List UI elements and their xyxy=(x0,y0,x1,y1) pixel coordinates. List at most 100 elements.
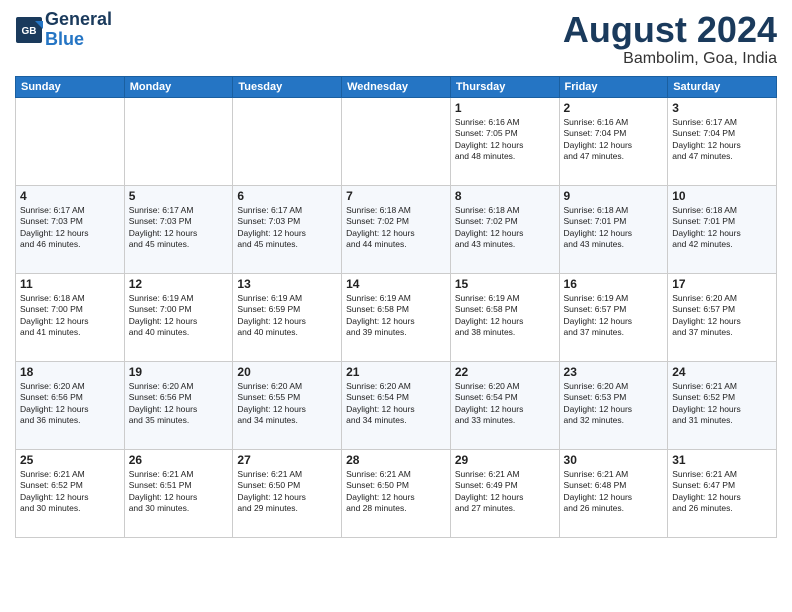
calendar-header-thursday: Thursday xyxy=(450,76,559,97)
day-number: 16 xyxy=(564,277,664,291)
calendar-cell: 4 Sunrise: 6:17 AM Sunset: 7:03 PM Daylig… xyxy=(16,185,125,273)
calendar-week-3: 11Sunrise: 6:18 AM Sunset: 7:00 PM Dayli… xyxy=(16,273,777,361)
day-info: Sunrise: 6:21 AM Sunset: 6:51 PM Dayligh… xyxy=(129,469,229,515)
day-number: 30 xyxy=(564,453,664,467)
day-number: 21 xyxy=(346,365,446,379)
calendar-cell: 28Sunrise: 6:21 AM Sunset: 6:50 PM Dayli… xyxy=(342,449,451,537)
logo-icon: GB xyxy=(15,16,43,44)
calendar-cell: 30 Sunrise: 6:21 AM Sunset: 6:48 PM Dayli… xyxy=(559,449,668,537)
day-info: Sunrise: 6:18 AM Sunset: 7:02 PM Dayligh… xyxy=(346,205,446,251)
calendar-cell: 8Sunrise: 6:18 AM Sunset: 7:02 PM Daylig… xyxy=(450,185,559,273)
calendar-week-5: 25 Sunrise: 6:21 AM Sunset: 6:52 PM Dayli… xyxy=(16,449,777,537)
day-number: 25 xyxy=(20,453,120,467)
day-number: 7 xyxy=(346,189,446,203)
day-info: Sunrise: 6:20 AM Sunset: 6:54 PM Dayligh… xyxy=(346,381,446,427)
day-number: 13 xyxy=(237,277,337,291)
logo-blue: Blue xyxy=(45,29,84,49)
day-number: 1 xyxy=(455,101,555,115)
calendar-header-friday: Friday xyxy=(559,76,668,97)
day-info: Sunrise: 6:21 AM Sunset: 6:48 PM Dayligh… xyxy=(564,469,664,515)
calendar-cell: 13Sunrise: 6:19 AM Sunset: 6:59 PM Dayli… xyxy=(233,273,342,361)
calendar-cell: 3 Sunrise: 6:17 AM Sunset: 7:04 PM Daylig… xyxy=(668,97,777,185)
day-info: Sunrise: 6:18 AM Sunset: 7:01 PM Dayligh… xyxy=(672,205,772,251)
calendar-cell xyxy=(342,97,451,185)
calendar-cell: 31 Sunrise: 6:21 AM Sunset: 6:47 PM Dayli… xyxy=(668,449,777,537)
day-number: 18 xyxy=(20,365,120,379)
day-info: Sunrise: 6:20 AM Sunset: 6:55 PM Dayligh… xyxy=(237,381,337,427)
day-info: Sunrise: 6:20 AM Sunset: 6:56 PM Dayligh… xyxy=(20,381,120,427)
calendar-cell: 2 Sunrise: 6:16 AM Sunset: 7:04 PM Daylig… xyxy=(559,97,668,185)
day-number: 14 xyxy=(346,277,446,291)
calendar-cell: 19Sunrise: 6:20 AM Sunset: 6:56 PM Dayli… xyxy=(124,361,233,449)
calendar-cell xyxy=(124,97,233,185)
day-number: 4 xyxy=(20,189,120,203)
day-number: 6 xyxy=(237,189,337,203)
calendar-cell: 18 Sunrise: 6:20 AM Sunset: 6:56 PM Dayli… xyxy=(16,361,125,449)
location: Bambolim, Goa, India xyxy=(563,50,777,68)
day-number: 15 xyxy=(455,277,555,291)
day-info: Sunrise: 6:20 AM Sunset: 6:53 PM Dayligh… xyxy=(564,381,664,427)
day-number: 22 xyxy=(455,365,555,379)
day-number: 20 xyxy=(237,365,337,379)
day-number: 11 xyxy=(20,277,120,291)
day-info: Sunrise: 6:17 AM Sunset: 7:03 PM Dayligh… xyxy=(237,205,337,251)
day-number: 31 xyxy=(672,453,772,467)
day-info: Sunrise: 6:16 AM Sunset: 7:04 PM Dayligh… xyxy=(564,117,664,163)
calendar-cell: 25 Sunrise: 6:21 AM Sunset: 6:52 PM Dayli… xyxy=(16,449,125,537)
day-info: Sunrise: 6:19 AM Sunset: 6:57 PM Dayligh… xyxy=(564,293,664,339)
page: GB General Blue August 2024 Bambolim, Go… xyxy=(0,0,792,548)
calendar-cell: 12 Sunrise: 6:19 AM Sunset: 7:00 PM Dayli… xyxy=(124,273,233,361)
calendar-cell xyxy=(16,97,125,185)
calendar-cell: 15 Sunrise: 6:19 AM Sunset: 6:58 PM Dayli… xyxy=(450,273,559,361)
day-number: 29 xyxy=(455,453,555,467)
calendar-header-saturday: Saturday xyxy=(668,76,777,97)
calendar-cell: 6 Sunrise: 6:17 AM Sunset: 7:03 PM Daylig… xyxy=(233,185,342,273)
calendar-cell: 11Sunrise: 6:18 AM Sunset: 7:00 PM Dayli… xyxy=(16,273,125,361)
day-number: 26 xyxy=(129,453,229,467)
logo: GB General Blue xyxy=(15,10,112,50)
calendar-cell: 7 Sunrise: 6:18 AM Sunset: 7:02 PM Daylig… xyxy=(342,185,451,273)
day-info: Sunrise: 6:20 AM Sunset: 6:56 PM Dayligh… xyxy=(129,381,229,427)
day-info: Sunrise: 6:20 AM Sunset: 6:54 PM Dayligh… xyxy=(455,381,555,427)
calendar-cell: 22 Sunrise: 6:20 AM Sunset: 6:54 PM Dayli… xyxy=(450,361,559,449)
day-info: Sunrise: 6:20 AM Sunset: 6:57 PM Dayligh… xyxy=(672,293,772,339)
calendar-cell: 27Sunrise: 6:21 AM Sunset: 6:50 PM Dayli… xyxy=(233,449,342,537)
calendar-week-1: 1Sunrise: 6:16 AM Sunset: 7:05 PM Daylig… xyxy=(16,97,777,185)
day-info: Sunrise: 6:17 AM Sunset: 7:04 PM Dayligh… xyxy=(672,117,772,163)
day-number: 10 xyxy=(672,189,772,203)
day-info: Sunrise: 6:21 AM Sunset: 6:50 PM Dayligh… xyxy=(346,469,446,515)
logo-general: General xyxy=(45,9,112,29)
month-title: August 2024 xyxy=(563,10,777,50)
day-info: Sunrise: 6:19 AM Sunset: 7:00 PM Dayligh… xyxy=(129,293,229,339)
calendar-header-wednesday: Wednesday xyxy=(342,76,451,97)
day-info: Sunrise: 6:21 AM Sunset: 6:49 PM Dayligh… xyxy=(455,469,555,515)
calendar-header-monday: Monday xyxy=(124,76,233,97)
calendar-cell: 24Sunrise: 6:21 AM Sunset: 6:52 PM Dayli… xyxy=(668,361,777,449)
day-info: Sunrise: 6:21 AM Sunset: 6:52 PM Dayligh… xyxy=(20,469,120,515)
calendar-week-4: 18 Sunrise: 6:20 AM Sunset: 6:56 PM Dayli… xyxy=(16,361,777,449)
calendar-header-sunday: Sunday xyxy=(16,76,125,97)
calendar-cell: 10 Sunrise: 6:18 AM Sunset: 7:01 PM Dayli… xyxy=(668,185,777,273)
day-info: Sunrise: 6:17 AM Sunset: 7:03 PM Dayligh… xyxy=(129,205,229,251)
day-number: 17 xyxy=(672,277,772,291)
day-number: 5 xyxy=(129,189,229,203)
calendar-cell xyxy=(233,97,342,185)
day-info: Sunrise: 6:19 AM Sunset: 6:58 PM Dayligh… xyxy=(455,293,555,339)
calendar-header-tuesday: Tuesday xyxy=(233,76,342,97)
calendar-cell: 14 Sunrise: 6:19 AM Sunset: 6:58 PM Dayli… xyxy=(342,273,451,361)
calendar-cell: 5 Sunrise: 6:17 AM Sunset: 7:03 PM Daylig… xyxy=(124,185,233,273)
header: GB General Blue August 2024 Bambolim, Go… xyxy=(15,10,777,68)
day-number: 3 xyxy=(672,101,772,115)
day-info: Sunrise: 6:19 AM Sunset: 6:58 PM Dayligh… xyxy=(346,293,446,339)
day-number: 23 xyxy=(564,365,664,379)
day-number: 2 xyxy=(564,101,664,115)
day-info: Sunrise: 6:21 AM Sunset: 6:52 PM Dayligh… xyxy=(672,381,772,427)
title-block: August 2024 Bambolim, Goa, India xyxy=(563,10,777,68)
day-info: Sunrise: 6:21 AM Sunset: 6:47 PM Dayligh… xyxy=(672,469,772,515)
calendar-cell: 1Sunrise: 6:16 AM Sunset: 7:05 PM Daylig… xyxy=(450,97,559,185)
day-info: Sunrise: 6:17 AM Sunset: 7:03 PM Dayligh… xyxy=(20,205,120,251)
day-info: Sunrise: 6:18 AM Sunset: 7:02 PM Dayligh… xyxy=(455,205,555,251)
day-info: Sunrise: 6:18 AM Sunset: 7:01 PM Dayligh… xyxy=(564,205,664,251)
day-number: 12 xyxy=(129,277,229,291)
calendar-cell: 26 Sunrise: 6:21 AM Sunset: 6:51 PM Dayli… xyxy=(124,449,233,537)
